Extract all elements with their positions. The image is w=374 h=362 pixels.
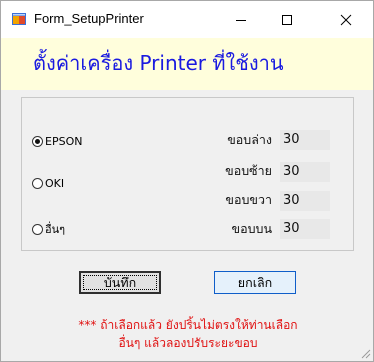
form-setup-printer-window: Form_SetupPrinter ตั้งค่าเครื่อง Printer… [0,0,374,362]
minimize-button[interactable] [218,1,264,38]
hint-note-line-1: *** ถ้าเลือกแล้ว ยังปริ้นไม่ตรงให้ท่านเล… [78,318,298,332]
close-icon [340,14,352,25]
resize-grip-icon[interactable] [359,347,371,359]
radio-circle-selected [32,136,43,147]
margin-bottom-label: ขอบล่าง [227,132,272,147]
radio-circle [32,178,43,189]
maximize-icon [282,14,292,25]
minimize-icon [236,19,246,21]
margin-top-input[interactable]: 30 [280,219,330,239]
margin-top-label: ขอบบน [231,221,272,236]
radio-label-other: อื่นๆ [45,223,66,236]
radio-oki[interactable]: OKI [32,177,64,190]
margin-right-input[interactable]: 30 [280,191,330,211]
focus-ring [83,275,157,290]
radio-epson[interactable]: EPSON [32,135,82,148]
radio-other[interactable]: อื่นๆ [32,220,65,238]
margin-right-label: ขอบขวา [225,192,272,207]
maximize-button[interactable] [264,1,310,38]
heading-panel: ตั้งค่าเครื่อง Printer ที่ใช้งาน [1,38,373,90]
radio-circle [32,223,43,235]
window-title: Form_SetupPrinter [34,11,144,26]
printer-settings-group: EPSON OKI อื่นๆ ขอบล่าง 30 ขอบซ้าย 30 ขอ… [21,97,354,251]
cancel-button[interactable]: ยกเลิก [214,271,296,294]
save-button[interactable]: บันทึก [79,271,161,294]
hint-note-line-2: อื่นๆ แล้วลองปรับระยะขอบ [118,336,258,350]
margin-left-input[interactable]: 30 [280,162,330,182]
radio-label-oki: OKI [45,177,65,190]
close-button[interactable] [323,1,369,38]
form-app-icon [12,13,26,25]
margin-left-label: ขอบซ้าย [225,163,272,178]
title-bar[interactable]: Form_SetupPrinter [1,1,373,38]
radio-label-epson: EPSON [45,135,83,148]
cancel-button-label: ยกเลิก [237,274,273,290]
hint-note: *** ถ้าเลือกแล้ว ยังปริ้นไม่ตรงให้ท่านเล… [31,316,345,352]
page-heading: ตั้งค่าเครื่อง Printer ที่ใช้งาน [33,51,284,75]
margin-bottom-input[interactable]: 30 [280,130,330,150]
